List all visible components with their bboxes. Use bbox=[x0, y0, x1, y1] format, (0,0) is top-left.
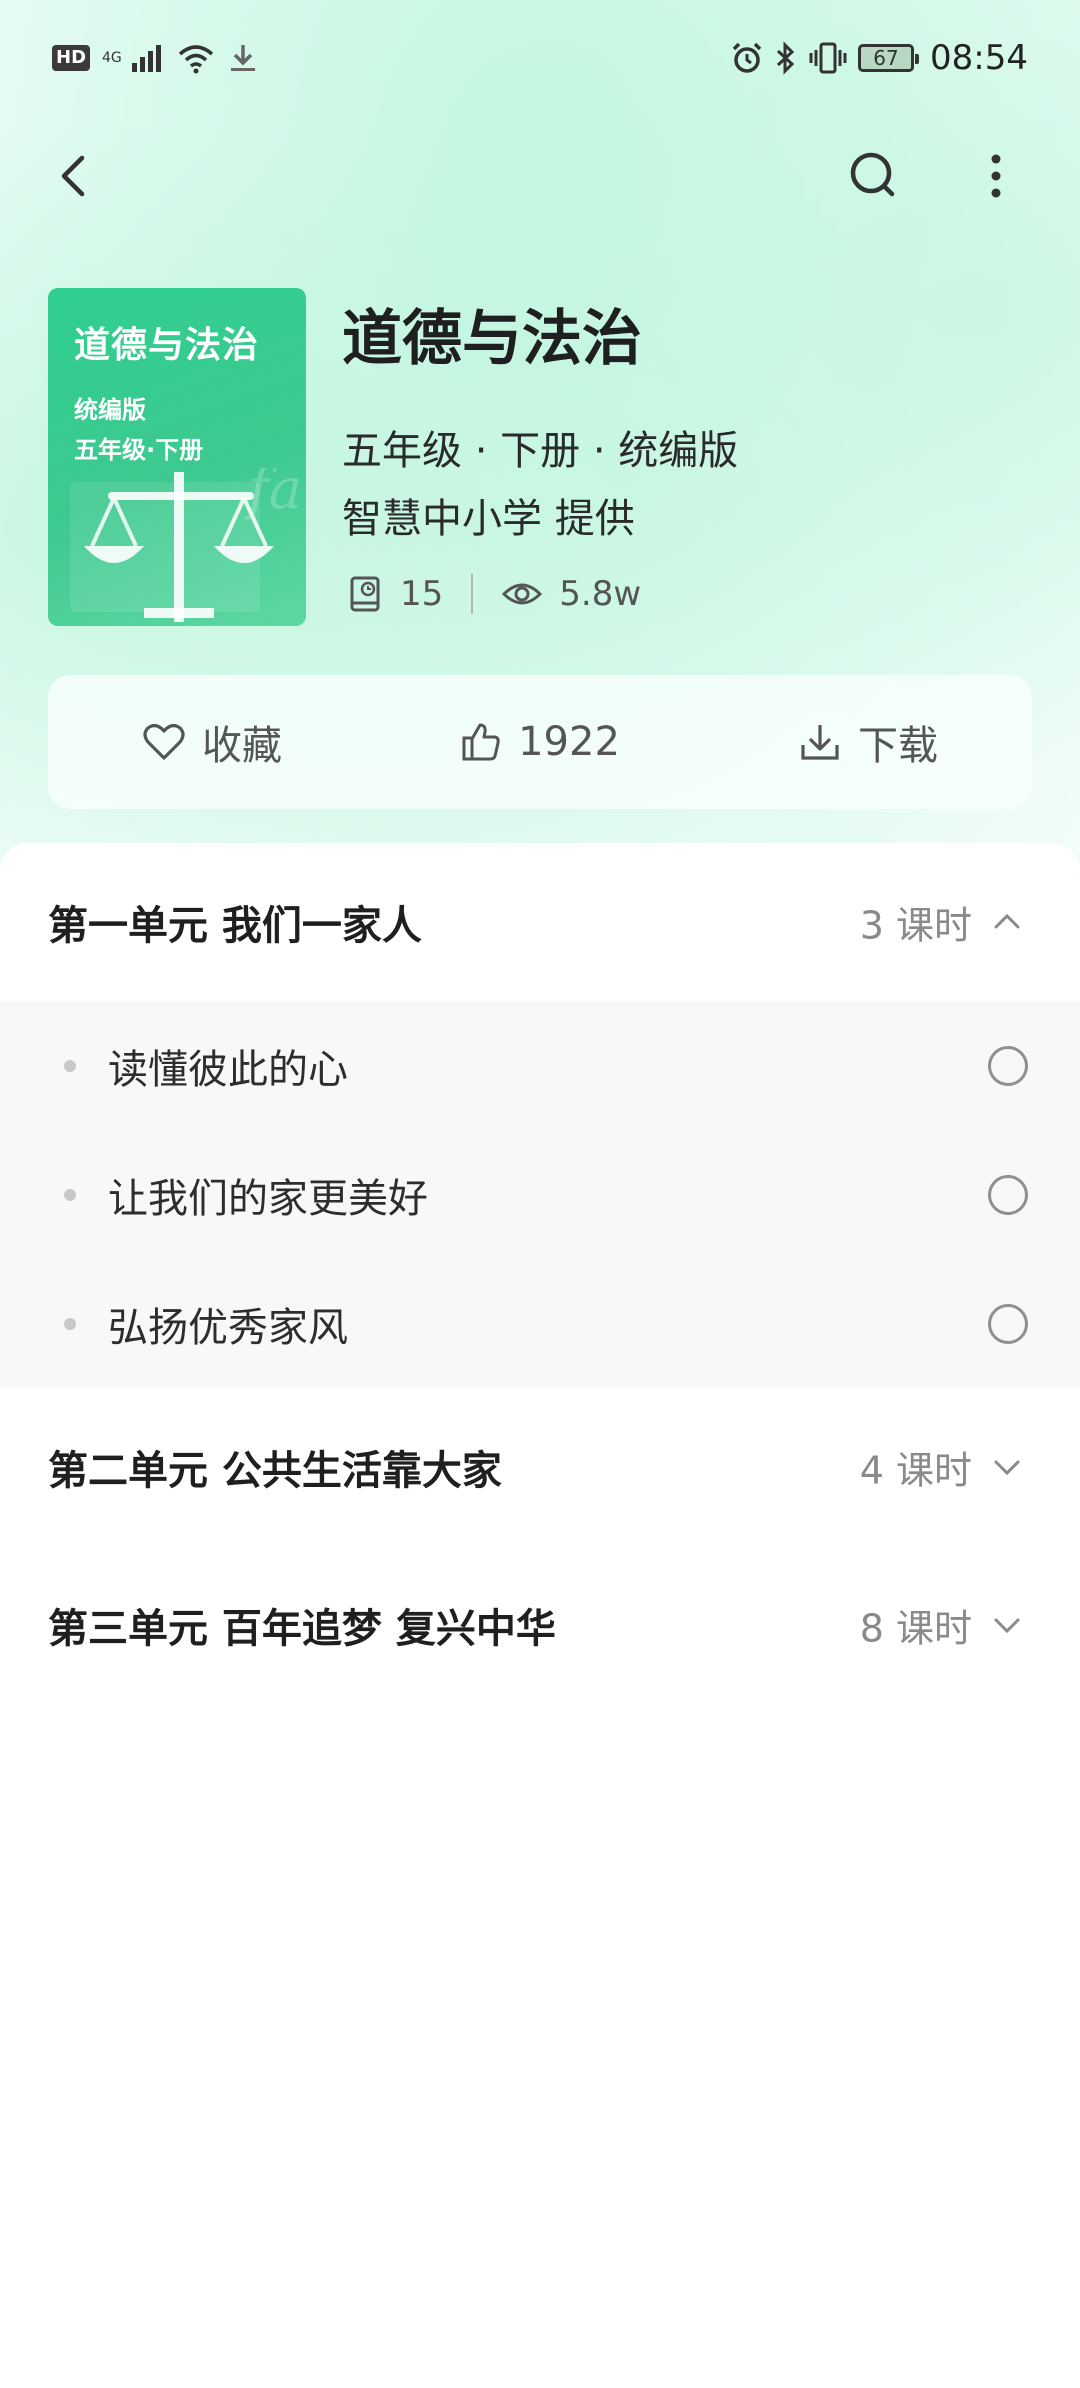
views-stat: 5.8w bbox=[501, 574, 641, 614]
unit-lesson-count: 4 课时 bbox=[859, 1448, 972, 1493]
lesson-item[interactable]: 读懂彼此的心 bbox=[0, 1001, 1080, 1130]
stats-divider bbox=[471, 574, 474, 614]
cover-title: 道德与法治 bbox=[74, 324, 260, 366]
chevron-down-icon bbox=[994, 1618, 1020, 1634]
book-provider: 智慧中小学 提供 bbox=[342, 496, 635, 542]
back-button[interactable] bbox=[48, 148, 104, 204]
chevron-down-icon bbox=[994, 1460, 1020, 1476]
wifi-icon bbox=[178, 45, 214, 74]
heart-icon bbox=[143, 724, 185, 760]
eye-icon bbox=[502, 583, 543, 605]
unit-header-2[interactable]: 第二单元 公共生活靠大家 4 课时 bbox=[0, 1388, 1080, 1546]
unit-header-3[interactable]: 第三单元 百年追梦 复兴中华 8 课时 bbox=[0, 1546, 1080, 1704]
hd-badge: HD bbox=[52, 45, 91, 71]
download-button[interactable]: 下载 bbox=[704, 713, 1032, 771]
more-vertical-icon bbox=[991, 154, 1001, 198]
status-bar: HD 4G 67 08:54 bbox=[0, 0, 1080, 120]
vibrate-icon bbox=[809, 42, 847, 74]
cover-grade: 五年级·下册 bbox=[74, 436, 204, 464]
status-left: HD 4G bbox=[52, 42, 258, 74]
signal-icon bbox=[132, 45, 162, 72]
network-type: 4G bbox=[102, 50, 122, 66]
like-count: 1922 bbox=[518, 719, 620, 765]
unit-lesson-count: 8 课时 bbox=[859, 1606, 972, 1651]
download-icon bbox=[801, 725, 839, 760]
alarm-icon bbox=[732, 42, 762, 73]
chevron-up-icon bbox=[994, 913, 1020, 929]
lesson-radio[interactable] bbox=[988, 1303, 1028, 1344]
lesson-radio[interactable] bbox=[988, 1174, 1028, 1215]
unit-title: 第二单元 公共生活靠大家 bbox=[48, 1448, 502, 1494]
bullet-dot bbox=[64, 1188, 76, 1201]
favorite-button[interactable]: 收藏 bbox=[48, 713, 376, 771]
unit-list: 第一单元 我们一家人 3 课时 读懂彼此的心 让我们的家更美好 弘扬优秀家风 第… bbox=[0, 843, 1080, 2388]
book-cover[interactable]: 道德与法治 统编版 五年级·下册 fa bbox=[48, 288, 306, 626]
bullet-dot bbox=[64, 1317, 76, 1330]
thumbs-up-icon bbox=[462, 723, 500, 761]
action-bar: 收藏 1922 下载 bbox=[48, 675, 1032, 809]
download-label: 下载 bbox=[858, 723, 938, 769]
top-nav bbox=[0, 130, 1080, 220]
lesson-count-stat: 15 bbox=[348, 574, 443, 614]
unit-1-lessons: 读懂彼此的心 让我们的家更美好 弘扬优秀家风 bbox=[0, 1001, 1080, 1388]
unit-title: 第一单元 我们一家人 bbox=[48, 903, 422, 949]
lesson-item[interactable]: 让我们的家更美好 bbox=[0, 1130, 1080, 1259]
scales-of-justice-icon: fa bbox=[70, 468, 302, 622]
favorite-label: 收藏 bbox=[202, 723, 282, 769]
lesson-radio[interactable] bbox=[988, 1045, 1028, 1086]
unit-lesson-count: 3 课时 bbox=[859, 903, 972, 948]
download-status-icon bbox=[231, 45, 256, 71]
lesson-count: 15 bbox=[400, 574, 444, 614]
book-title: 道德与法治 bbox=[342, 304, 642, 374]
back-arrow-icon bbox=[61, 155, 85, 197]
like-button[interactable]: 1922 bbox=[376, 719, 704, 765]
status-right: 67 08:54 bbox=[730, 38, 1028, 78]
status-time: 08:54 bbox=[930, 38, 1028, 78]
bluetooth-icon bbox=[776, 41, 795, 75]
lesson-title: 让我们的家更美好 bbox=[108, 1175, 428, 1222]
book-meta: 五年级 · 下册 · 统编版 bbox=[342, 428, 739, 474]
lesson-title: 读懂彼此的心 bbox=[108, 1046, 348, 1093]
lessons-book-icon bbox=[350, 576, 380, 612]
search-button[interactable] bbox=[844, 146, 904, 206]
search-icon bbox=[850, 152, 895, 197]
views-count: 5.8w bbox=[559, 574, 642, 614]
book-stats: 15 5.8w bbox=[348, 574, 641, 614]
unit-title: 第三单元 百年追梦 复兴中华 bbox=[48, 1606, 556, 1652]
more-button[interactable] bbox=[966, 146, 1026, 206]
lesson-title: 弘扬优秀家风 bbox=[108, 1304, 348, 1351]
bullet-dot bbox=[64, 1059, 76, 1072]
cover-edition: 统编版 bbox=[74, 396, 146, 424]
unit-header-1[interactable]: 第一单元 我们一家人 3 课时 bbox=[0, 843, 1080, 1001]
battery-indicator: 67 bbox=[858, 44, 920, 72]
lesson-item[interactable]: 弘扬优秀家风 bbox=[0, 1259, 1080, 1388]
